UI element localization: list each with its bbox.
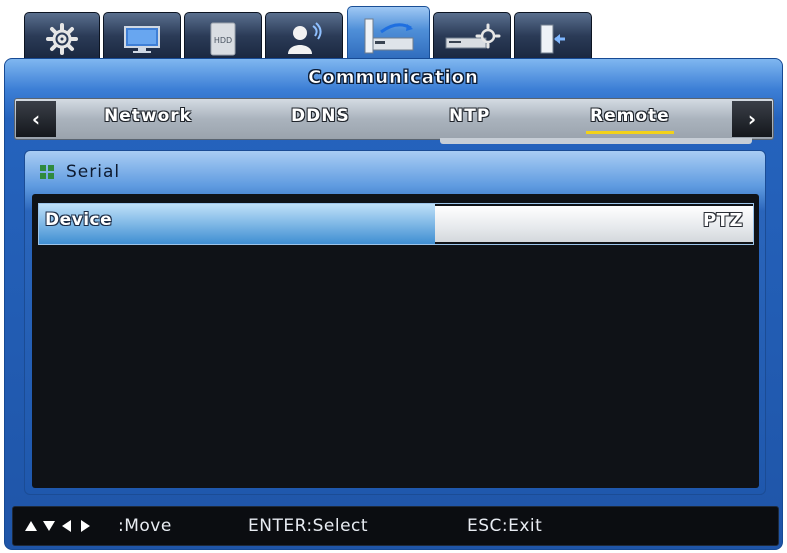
svg-text:HDD: HDD <box>214 36 232 45</box>
tab-record-settings[interactable] <box>433 12 511 64</box>
user-icon <box>288 21 322 54</box>
subtab-prev-button[interactable]: ‹ <box>16 101 56 137</box>
dvr-menu-screen: HDD Communication ‹ › Network DDNS NTP R… <box>0 0 787 553</box>
tab-hdd[interactable]: HDD <box>184 12 262 64</box>
navigation-arrows <box>24 516 92 536</box>
monitor-icon <box>124 25 160 53</box>
setting-label: Device <box>45 210 113 230</box>
exit-door-icon <box>540 24 565 53</box>
active-tab-connector <box>440 138 752 144</box>
tab-ntp[interactable]: NTP <box>449 106 490 130</box>
tab-ddns[interactable]: DDNS <box>291 106 350 130</box>
tab-remote[interactable]: Remote <box>586 106 674 134</box>
setting-row-device[interactable]: Device PTZ <box>38 203 754 245</box>
footer-move-hint: :Move <box>118 516 172 536</box>
tab-display[interactable] <box>103 12 181 64</box>
setting-label-cell: Device <box>39 204 435 244</box>
recorder-settings-icon <box>445 23 501 48</box>
tab-communication[interactable] <box>347 6 430 64</box>
page-title: Communication <box>308 67 479 89</box>
arrow-down-icon <box>43 521 55 531</box>
arrow-left-icon <box>62 520 71 532</box>
grid-icon <box>40 165 54 179</box>
tab-exit[interactable] <box>514 12 592 64</box>
tab-user[interactable] <box>265 12 343 64</box>
chevron-right-icon: › <box>747 107 757 131</box>
hdd-icon: HDD <box>210 22 236 55</box>
gear-icon <box>46 22 78 55</box>
section-title: Serial <box>66 162 121 182</box>
tab-network[interactable]: Network <box>104 106 192 130</box>
footer-select-hint: ENTER:Select <box>248 516 369 536</box>
footer-exit-hint: ESC:Exit <box>467 516 543 536</box>
device-value-field[interactable]: PTZ <box>435 206 753 242</box>
setting-value: PTZ <box>702 210 743 231</box>
arrow-up-icon <box>25 521 37 531</box>
section-header: Serial <box>40 160 120 184</box>
chevron-left-icon: ‹ <box>31 107 41 131</box>
network-device-icon <box>364 18 413 53</box>
tab-system[interactable] <box>24 12 100 64</box>
arrow-right-icon <box>81 520 90 532</box>
subtab-next-button[interactable]: › <box>732 101 772 137</box>
